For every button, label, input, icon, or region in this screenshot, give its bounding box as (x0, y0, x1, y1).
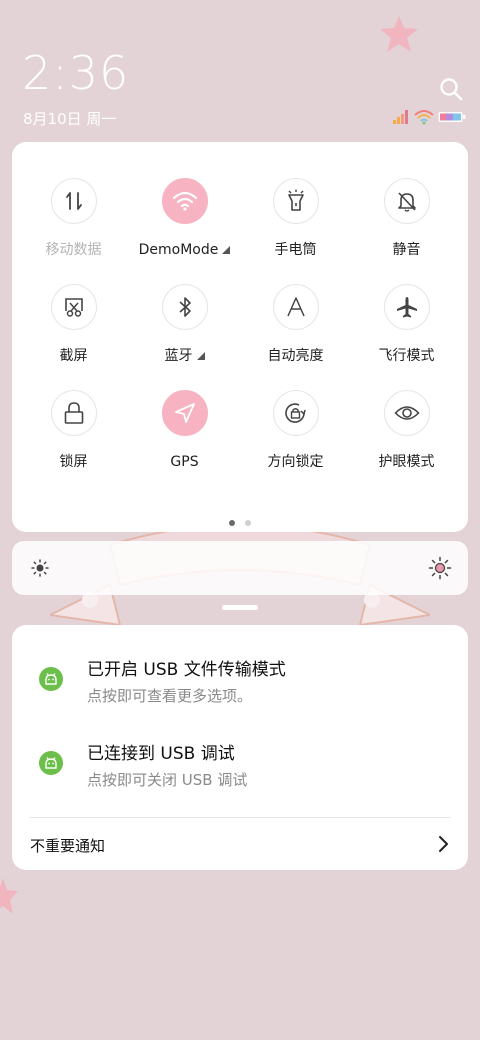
battery-icon (438, 112, 466, 122)
tile-rotation-lock[interactable]: 方向锁定 (240, 390, 351, 471)
chevron-right-icon[interactable] (436, 834, 450, 854)
tile-label-text: 蓝牙 (164, 348, 193, 364)
rotation-lock-icon (284, 403, 306, 423)
tile-label-text: DemoMode (138, 242, 219, 258)
expand-triangle-icon (196, 352, 205, 360)
tile-label: 护眼模式 (378, 454, 435, 470)
tile-eye-care[interactable]: 护眼模式 (351, 390, 462, 471)
auto-brightness-icon (286, 297, 305, 317)
screenshot-icon (64, 298, 83, 317)
tile-auto-brightness[interactable]: 自动亮度 (240, 284, 351, 365)
wifi-status-icon (414, 110, 434, 125)
system-status-icons (392, 108, 466, 126)
signal-icon (393, 110, 408, 124)
tile-mobile-data-button[interactable] (50, 178, 97, 224)
tile-label: 手电筒 (274, 242, 317, 258)
tile-label: GPS (170, 454, 199, 470)
tile-label: 静音 (392, 242, 421, 258)
tile-screenshot-button[interactable] (50, 284, 97, 330)
notification-usb-debugging[interactable]: 已连接到 USB 调试 点按即可关闭 USB 调试 (12, 739, 468, 799)
quick-settings-grid: 移动数据 DemoMode 手电筒 静音 截屏 蓝牙 自动亮度 飞行模式 锁屏 … (12, 178, 468, 471)
tile-gps-button[interactable] (161, 390, 208, 436)
eye-icon (393, 406, 420, 420)
tile-flashlight-button[interactable] (272, 178, 319, 224)
location-icon (174, 403, 195, 423)
brightness-low-icon (31, 559, 49, 577)
notification-title: 已开启 USB 文件传输模式 (87, 660, 286, 680)
notification-panel: 已开启 USB 文件传输模式 点按即可查看更多选项。 已连接到 USB 调试 点… (12, 625, 468, 870)
divider (30, 817, 450, 818)
tile-label: 自动亮度 (267, 348, 324, 364)
tile-bluetooth[interactable]: 蓝牙 (129, 284, 240, 365)
lock-icon (64, 402, 83, 424)
tile-auto-brightness-button[interactable] (272, 284, 319, 330)
tile-airplane[interactable]: 飞行模式 (351, 284, 462, 365)
notification-subtitle: 点按即可查看更多选项。 (87, 687, 253, 705)
notification-title: 已连接到 USB 调试 (87, 744, 235, 764)
tile-label: 飞行模式 (378, 348, 435, 364)
brightness-slider[interactable] (12, 541, 468, 595)
tile-label: 蓝牙 (165, 347, 205, 365)
mute-bell-icon (397, 192, 416, 212)
tile-label: 截屏 (59, 348, 88, 364)
android-icon (39, 667, 63, 691)
page-dot-active[interactable] (229, 520, 235, 526)
page-dot[interactable] (245, 520, 251, 526)
tile-label: 方向锁定 (267, 454, 324, 470)
clock: 2:36 (22, 46, 130, 100)
date: 8月10日 周一 (23, 110, 117, 128)
drag-handle[interactable] (222, 605, 258, 610)
notification-usb-file-transfer[interactable]: 已开启 USB 文件传输模式 点按即可查看更多选项。 (12, 655, 468, 715)
notification-subtitle: 点按即可关闭 USB 调试 (87, 771, 248, 789)
expand-triangle-icon (222, 246, 231, 254)
mobile-data-icon (65, 192, 82, 210)
search-icon[interactable] (438, 76, 464, 102)
tile-mobile-data[interactable]: 移动数据 (18, 178, 129, 259)
tile-mute[interactable]: 静音 (351, 178, 462, 259)
tile-bluetooth-button[interactable] (161, 284, 208, 330)
page-indicator (12, 520, 468, 526)
tile-gps[interactable]: GPS (129, 390, 240, 471)
unimportant-notifications-link[interactable]: 不重要通知 (30, 835, 105, 856)
quick-settings-panel: 移动数据 DemoMode 手电筒 静音 截屏 蓝牙 自动亮度 飞行模式 锁屏 … (12, 142, 468, 532)
tile-rotation-lock-button[interactable] (272, 390, 319, 436)
tile-lock-screen[interactable]: 锁屏 (18, 390, 129, 471)
airplane-icon (396, 297, 417, 318)
tile-label: 移动数据 (45, 242, 102, 258)
star-decoration (0, 878, 18, 914)
tile-label: 锁屏 (59, 454, 88, 470)
android-icon (39, 751, 63, 775)
tile-airplane-button[interactable] (383, 284, 430, 330)
tile-lock-screen-button[interactable] (50, 390, 97, 436)
tile-label: DemoMode (139, 241, 231, 259)
tile-flashlight[interactable]: 手电筒 (240, 178, 351, 259)
wifi-icon (172, 191, 197, 211)
tile-screenshot[interactable]: 截屏 (18, 284, 129, 365)
tile-eye-care-button[interactable] (383, 390, 430, 436)
star-decoration (380, 16, 418, 52)
bluetooth-icon (178, 297, 191, 317)
tile-wifi-button[interactable] (161, 178, 208, 224)
tile-wifi[interactable]: DemoMode (129, 178, 240, 259)
brightness-high-icon (428, 556, 452, 580)
tile-mute-button[interactable] (383, 178, 430, 224)
flashlight-icon (287, 189, 304, 211)
